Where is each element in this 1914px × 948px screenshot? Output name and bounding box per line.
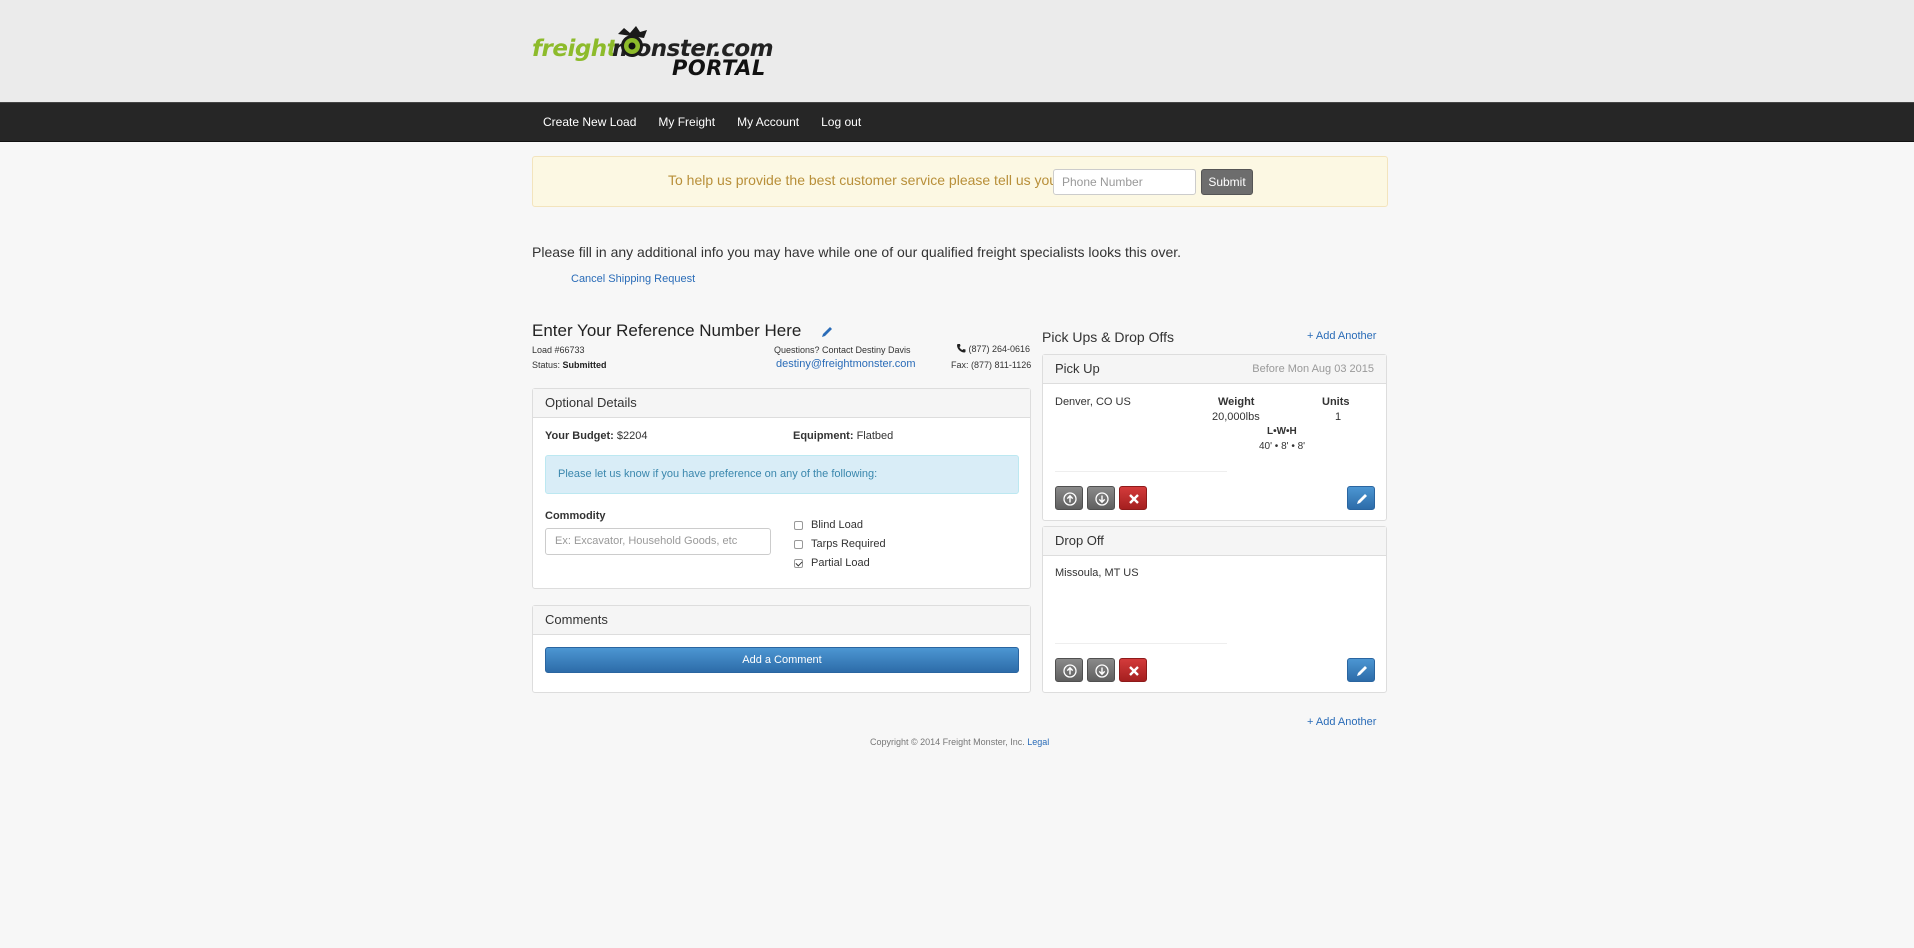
tarps-required-label: Tarps Required bbox=[811, 538, 886, 550]
footer: Copyright © 2014 Freight Monster, Inc. L… bbox=[870, 737, 1049, 747]
edit-stop-button[interactable] bbox=[1347, 486, 1375, 510]
status-label: Status: bbox=[532, 360, 561, 370]
pickup-title: Pick Up bbox=[1055, 361, 1100, 376]
monster-eye-icon bbox=[618, 26, 647, 57]
status-value: Submitted bbox=[562, 360, 607, 370]
pickup-date: Before Mon Aug 03 2015 bbox=[1252, 363, 1374, 375]
blind-load-checkbox[interactable] bbox=[794, 520, 803, 530]
dropoff-title: Drop Off bbox=[1055, 533, 1104, 548]
blind-load-label: Blind Load bbox=[811, 519, 863, 531]
partial-load-option[interactable]: Partial Load bbox=[794, 557, 870, 569]
logo-word-freight: freight bbox=[532, 36, 618, 62]
move-down-button[interactable] bbox=[1087, 486, 1115, 510]
header: freight monster.com PORTAL bbox=[0, 0, 1914, 102]
move-up-button[interactable] bbox=[1055, 486, 1083, 510]
phone-request-banner: To help us provide the best customer ser… bbox=[532, 156, 1388, 207]
edit-stop-button[interactable] bbox=[1347, 658, 1375, 682]
optional-details-heading: Optional Details bbox=[533, 389, 1030, 418]
pickup-location: Denver, CO US bbox=[1055, 396, 1131, 408]
contact-specialist: Questions? Contact Destiny Davis bbox=[774, 345, 911, 355]
add-comment-button[interactable]: Add a Comment bbox=[545, 647, 1019, 673]
nav-create-new-load[interactable]: Create New Load bbox=[532, 103, 647, 143]
stops-heading: Pick Ups & Drop Offs bbox=[1042, 329, 1175, 345]
banner-text: To help us provide the best customer ser… bbox=[668, 172, 1062, 188]
intro-text: Please fill in any additional info you m… bbox=[532, 244, 1182, 260]
pickup-heading: Pick Up Before Mon Aug 03 2015 bbox=[1043, 355, 1386, 384]
nav-my-freight[interactable]: My Freight bbox=[647, 103, 726, 143]
tarps-required-option[interactable]: Tarps Required bbox=[794, 538, 886, 550]
phone-number-input[interactable]: Phone Number bbox=[1053, 169, 1196, 195]
arrow-down-circle-icon bbox=[1095, 664, 1109, 678]
tarps-required-checkbox[interactable] bbox=[794, 539, 803, 549]
arrow-up-circle-icon bbox=[1063, 664, 1077, 678]
load-status: Status: Submitted bbox=[532, 360, 607, 370]
logo-portal-text: PORTAL bbox=[672, 56, 766, 80]
comments-heading: Comments bbox=[533, 606, 1030, 635]
freightmonster-logo[interactable]: freight monster.com PORTAL bbox=[532, 14, 774, 80]
dropoff-heading: Drop Off bbox=[1043, 527, 1386, 556]
nav-log-out[interactable]: Log out bbox=[810, 103, 872, 143]
budget-value: $2204 bbox=[616, 430, 648, 442]
units-label: Units bbox=[1322, 396, 1350, 408]
budget: Your Budget: $2204 bbox=[545, 430, 648, 442]
phone-number-text: (877) 264-0616 bbox=[968, 344, 1031, 354]
pickup-divider bbox=[1055, 471, 1227, 472]
weight-label: Weight bbox=[1218, 396, 1255, 408]
edit-reference-pencil-icon[interactable] bbox=[820, 325, 834, 339]
blind-load-option[interactable]: Blind Load bbox=[794, 519, 863, 531]
arrow-down-circle-icon bbox=[1095, 492, 1109, 506]
partial-load-label: Partial Load bbox=[811, 557, 870, 569]
delete-stop-button[interactable] bbox=[1119, 486, 1147, 510]
equipment: Equipment: Flatbed bbox=[793, 430, 893, 442]
add-another-stop-link-bottom[interactable]: + Add Another bbox=[1307, 716, 1376, 728]
specialist-phone: (877) 264-0616 bbox=[956, 343, 1030, 354]
copyright-text: Copyright © 2014 Freight Monster, Inc. bbox=[870, 737, 1025, 747]
weight-value: 20,000lbs bbox=[1212, 411, 1260, 423]
cancel-shipping-request-link[interactable]: Cancel Shipping Request bbox=[571, 273, 695, 285]
move-down-button[interactable] bbox=[1087, 658, 1115, 682]
load-number: Load #66733 bbox=[532, 345, 585, 355]
preference-info-alert: Please let us know if you have preferenc… bbox=[545, 455, 1019, 494]
dropoff-panel: Drop Off Missoula, MT US bbox=[1042, 526, 1387, 693]
close-icon bbox=[1129, 494, 1139, 504]
submit-phone-button[interactable]: Submit bbox=[1201, 169, 1253, 195]
pencil-icon bbox=[1357, 666, 1367, 676]
pencil-icon bbox=[1357, 494, 1367, 504]
dropoff-location: Missoula, MT US bbox=[1055, 567, 1139, 579]
dimensions-label: L•W•H bbox=[1267, 426, 1297, 437]
delete-stop-button[interactable] bbox=[1119, 658, 1147, 682]
specialist-fax: Fax: (877) 811-1126 bbox=[951, 360, 1032, 370]
equipment-label: Equipment: bbox=[793, 430, 854, 442]
dropoff-divider bbox=[1055, 643, 1227, 644]
units-value: 1 bbox=[1335, 411, 1342, 423]
arrow-up-circle-icon bbox=[1063, 492, 1077, 506]
comments-panel: Comments Add a Comment bbox=[532, 605, 1031, 693]
move-up-button[interactable] bbox=[1055, 658, 1083, 682]
reference-number-title[interactable]: Enter Your Reference Number Here bbox=[532, 321, 801, 341]
budget-label: Your Budget: bbox=[545, 430, 614, 442]
pickup-panel: Pick Up Before Mon Aug 03 2015 Denver, C… bbox=[1042, 354, 1387, 521]
legal-link[interactable]: Legal bbox=[1027, 737, 1049, 747]
equipment-value: Flatbed bbox=[856, 430, 894, 442]
add-another-stop-link-top[interactable]: + Add Another bbox=[1307, 330, 1376, 342]
nav-my-account[interactable]: My Account bbox=[726, 103, 810, 143]
dimensions-value: 40' • 8' • 8' bbox=[1259, 441, 1306, 452]
phone-icon bbox=[957, 344, 966, 353]
close-icon bbox=[1129, 666, 1139, 676]
optional-details-panel: Optional Details Your Budget: $2204 Equi… bbox=[532, 388, 1031, 589]
commodity-label: Commodity bbox=[545, 510, 606, 522]
partial-load-checkbox[interactable] bbox=[794, 558, 803, 568]
specialist-email-link[interactable]: destiny@freightmonster.com bbox=[776, 358, 916, 370]
main-navbar: Create New Load My Freight My Account Lo… bbox=[0, 102, 1914, 142]
commodity-input[interactable]: Ex: Excavator, Household Goods, etc bbox=[545, 528, 771, 555]
